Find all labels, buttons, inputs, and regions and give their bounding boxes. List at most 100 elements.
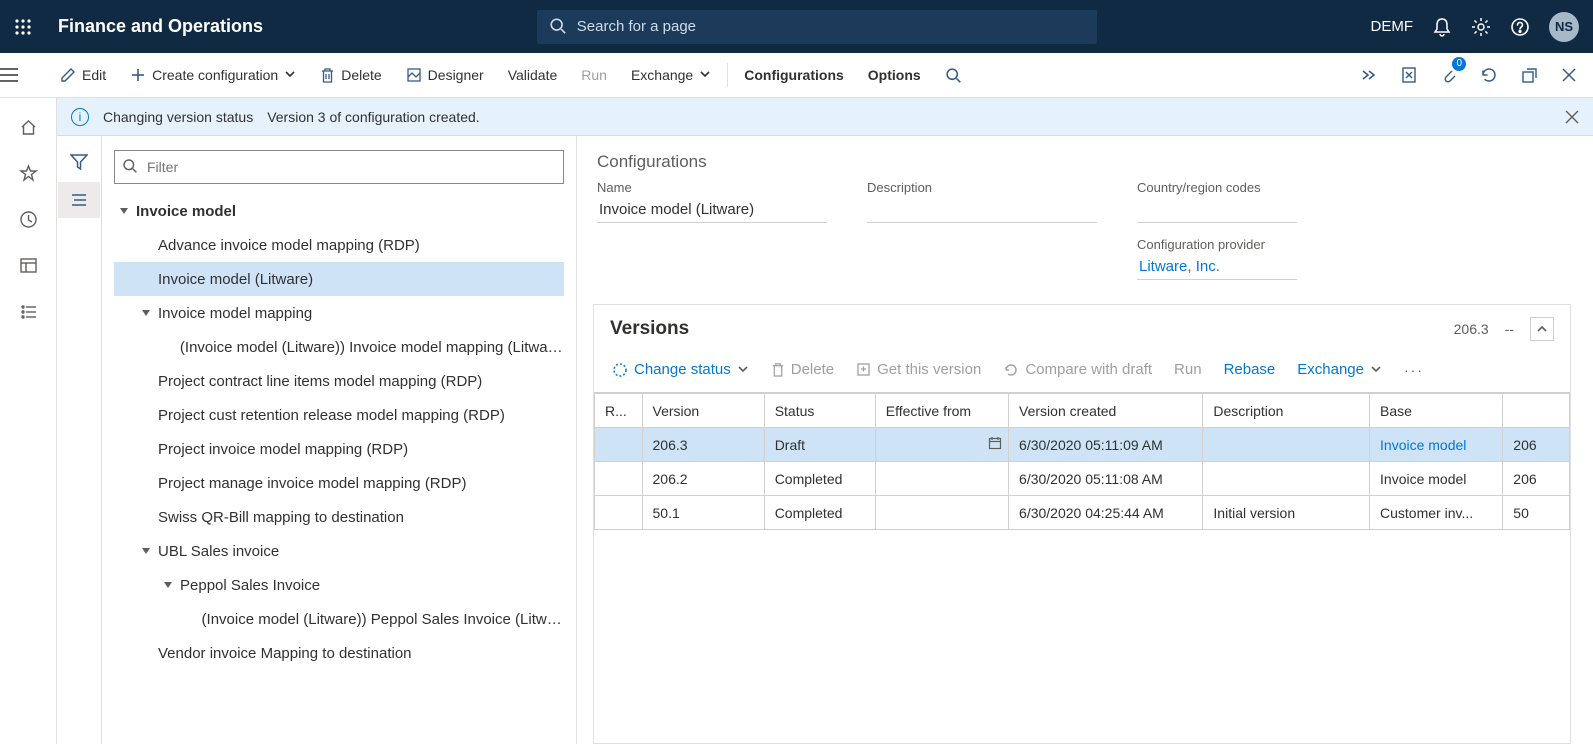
hamburger-icon[interactable]: [0, 68, 48, 82]
user-avatar[interactable]: NS: [1549, 12, 1579, 42]
col-description[interactable]: Description: [1203, 394, 1370, 428]
col-version[interactable]: Version: [642, 394, 764, 428]
caret-icon[interactable]: [140, 307, 158, 319]
options-tab[interactable]: Options: [856, 53, 933, 97]
tree-node[interactable]: (Invoice model (Litware)) Invoice model …: [114, 330, 564, 364]
caret-icon[interactable]: [140, 545, 158, 557]
version-exchange-button[interactable]: Exchange: [1289, 357, 1390, 382]
edit-button[interactable]: Edit: [48, 53, 118, 97]
calendar-icon[interactable]: [988, 436, 1002, 450]
more-icon[interactable]: ···: [1396, 358, 1432, 382]
col-base[interactable]: Base: [1370, 394, 1503, 428]
tree-node[interactable]: Swiss QR-Bill mapping to destination: [114, 500, 564, 534]
tree-node[interactable]: Project invoice model mapping (RDP): [114, 432, 564, 466]
tree-node[interactable]: Advance invoice model mapping (RDP): [114, 228, 564, 262]
tree-node[interactable]: Project cust retention release model map…: [114, 398, 564, 432]
validate-button[interactable]: Validate: [496, 53, 570, 97]
table-cell[interactable]: Invoice model: [1370, 462, 1503, 496]
table-cell[interactable]: Draft: [764, 428, 875, 462]
name-value[interactable]: Invoice model (Litware): [597, 197, 827, 223]
table-cell[interactable]: 206.2: [642, 462, 764, 496]
caret-icon[interactable]: [118, 205, 136, 217]
name-label: Name: [597, 180, 827, 195]
tree-node-label: Invoice model: [136, 203, 236, 220]
home-icon[interactable]: [8, 110, 48, 144]
tree-node[interactable]: Project contract line items model mappin…: [114, 364, 564, 398]
tree-node[interactable]: Vendor invoice Mapping to destination: [114, 636, 564, 670]
table-row[interactable]: 206.3Draft 6/30/2020 05:11:09 AM Invoice m…: [595, 428, 1570, 462]
office-integration-icon[interactable]: [1351, 57, 1387, 93]
search-action-button[interactable]: [933, 53, 974, 97]
col-r[interactable]: R...: [595, 394, 643, 428]
table-cell[interactable]: Initial version: [1203, 496, 1370, 530]
col-created[interactable]: Version created: [1009, 394, 1203, 428]
rebase-button[interactable]: Rebase: [1216, 357, 1284, 382]
table-cell[interactable]: Invoice model: [1370, 428, 1503, 462]
table-cell[interactable]: [875, 428, 1008, 462]
table-cell[interactable]: [595, 462, 643, 496]
close-icon[interactable]: [1565, 110, 1579, 124]
table-cell[interactable]: [595, 496, 643, 530]
delete-button[interactable]: Delete: [308, 53, 393, 97]
table-row[interactable]: 206.2Completed 6/30/2020 05:11:08 AM Invoi…: [595, 462, 1570, 496]
table-cell[interactable]: 6/30/2020 04:25:44 AM: [1009, 496, 1203, 530]
notifications-icon[interactable]: [1433, 17, 1451, 37]
col-base-ver[interactable]: [1503, 394, 1570, 428]
attachments-badge: 0: [1452, 57, 1466, 71]
change-status-button[interactable]: Change status: [604, 357, 757, 382]
table-cell[interactable]: Completed: [764, 496, 875, 530]
tree-node[interactable]: UBL Sales invoice: [114, 534, 564, 568]
recent-icon[interactable]: [8, 202, 48, 236]
tree-node[interactable]: Invoice model: [114, 194, 564, 228]
table-cell[interactable]: [595, 428, 643, 462]
caret-icon[interactable]: [162, 579, 180, 591]
modules-icon[interactable]: [8, 294, 48, 328]
table-cell[interactable]: 50.1: [642, 496, 764, 530]
col-effective[interactable]: Effective from: [875, 394, 1008, 428]
gear-icon[interactable]: [1471, 17, 1491, 37]
list-view-icon[interactable]: [58, 182, 100, 218]
table-row[interactable]: 50.1Completed 6/30/2020 04:25:44 AMInitia…: [595, 496, 1570, 530]
search-input[interactable]: [537, 10, 1097, 44]
open-in-excel-icon[interactable]: [1391, 57, 1427, 93]
table-cell[interactable]: 206: [1503, 462, 1570, 496]
tree-filter-input[interactable]: [114, 150, 564, 184]
global-search: [537, 10, 1097, 44]
col-status[interactable]: Status: [764, 394, 875, 428]
configurations-tab[interactable]: Configurations: [732, 53, 856, 97]
table-cell[interactable]: Customer inv...: [1370, 496, 1503, 530]
help-icon[interactable]: [1511, 18, 1529, 36]
table-cell[interactable]: 6/30/2020 05:11:08 AM: [1009, 462, 1203, 496]
description-value[interactable]: [867, 197, 1097, 223]
table-cell[interactable]: [875, 462, 1008, 496]
provider-value[interactable]: Litware, Inc.: [1137, 254, 1297, 280]
exchange-button[interactable]: Exchange: [619, 53, 723, 97]
trash-icon: [320, 67, 335, 83]
create-configuration-button[interactable]: Create configuration: [118, 53, 308, 97]
designer-button[interactable]: Designer: [394, 53, 496, 97]
tree-node[interactable]: Invoice model mapping: [114, 296, 564, 330]
table-cell[interactable]: 206.3: [642, 428, 764, 462]
table-cell[interactable]: 6/30/2020 05:11:09 AM: [1009, 428, 1203, 462]
tree-node[interactable]: Peppol Sales Invoice: [114, 568, 564, 602]
app-launcher-icon[interactable]: [14, 18, 32, 36]
table-cell[interactable]: [1203, 428, 1370, 462]
table-cell[interactable]: 50: [1503, 496, 1570, 530]
collapse-icon[interactable]: [1530, 317, 1554, 341]
table-cell[interactable]: 206: [1503, 428, 1570, 462]
refresh-icon[interactable]: [1471, 57, 1507, 93]
favorites-icon[interactable]: [8, 156, 48, 190]
workspaces-icon[interactable]: [8, 248, 48, 282]
company-code[interactable]: DEMF: [1370, 18, 1413, 35]
close-icon[interactable]: [1551, 57, 1587, 93]
tree-node[interactable]: Invoice model (Litware): [114, 262, 564, 296]
country-value[interactable]: [1137, 197, 1297, 223]
table-cell[interactable]: [1203, 462, 1370, 496]
popout-icon[interactable]: [1511, 57, 1547, 93]
tree-node[interactable]: Project manage invoice model mapping (RD…: [114, 466, 564, 500]
attachments-icon[interactable]: 0: [1431, 57, 1467, 93]
tree-node[interactable]: (Invoice model (Litware)) Peppol Sales I…: [114, 602, 564, 636]
table-cell[interactable]: [875, 496, 1008, 530]
filter-icon[interactable]: [58, 144, 100, 180]
table-cell[interactable]: Completed: [764, 462, 875, 496]
